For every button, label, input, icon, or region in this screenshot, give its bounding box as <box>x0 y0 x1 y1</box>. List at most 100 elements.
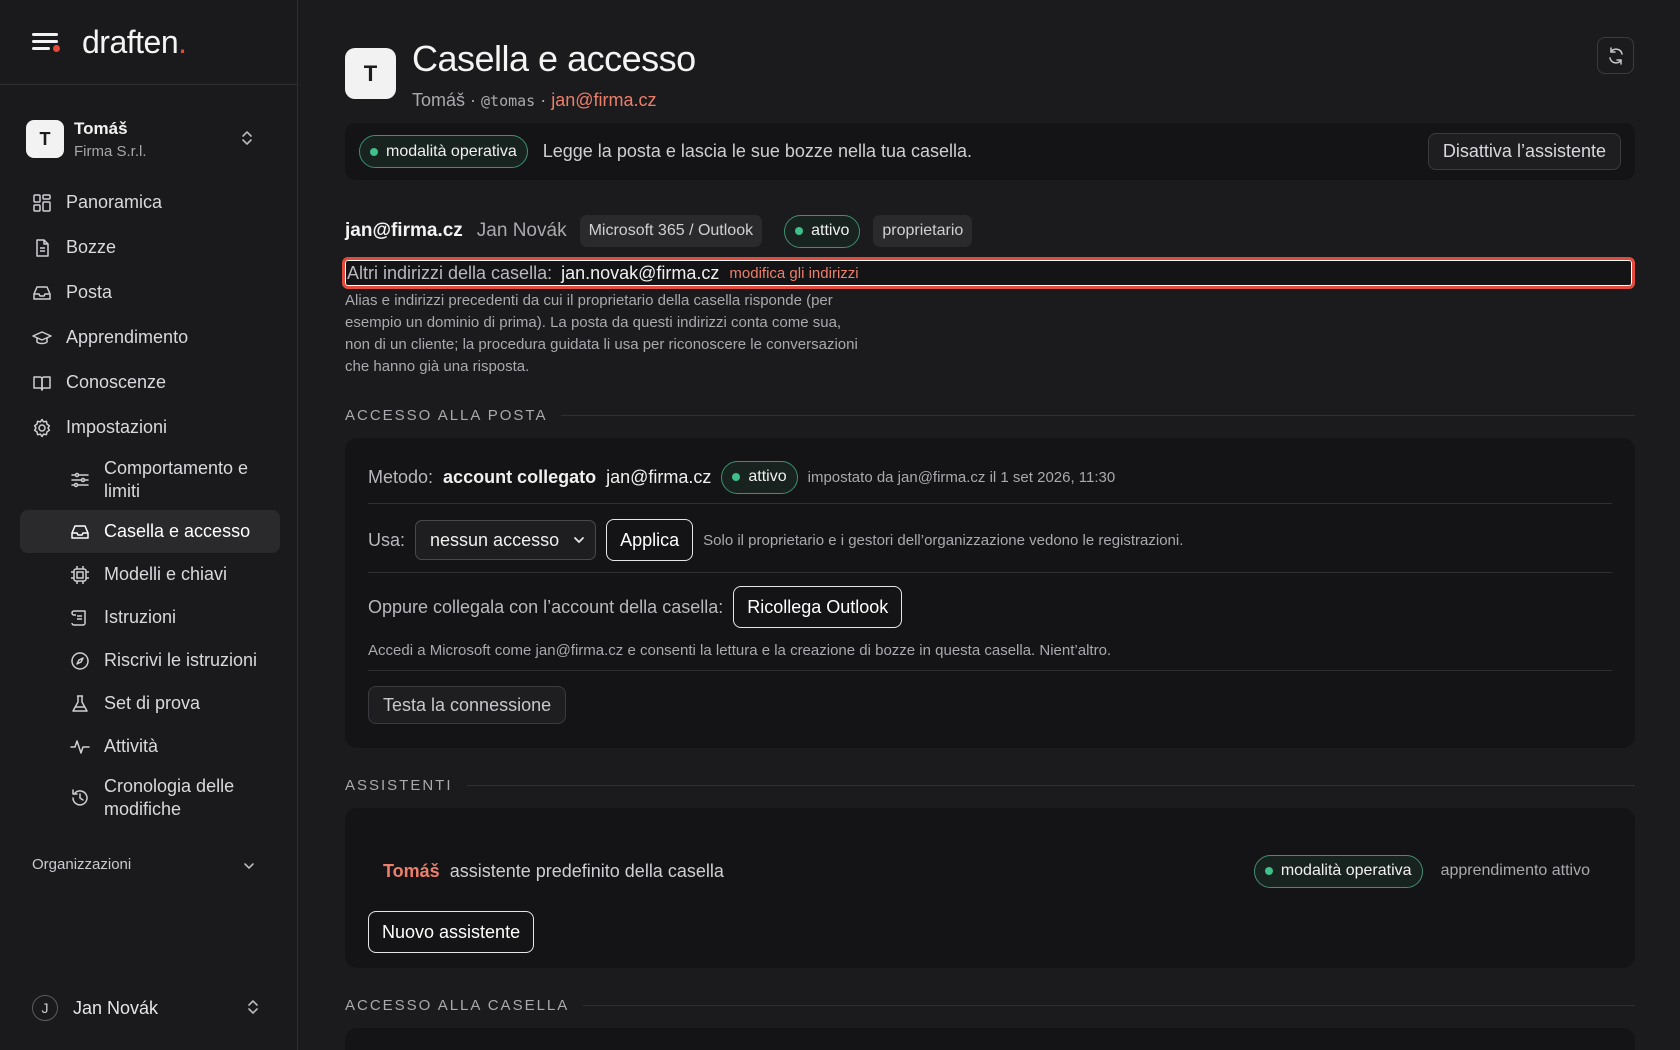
gear-icon <box>33 418 51 437</box>
chip-icon <box>71 565 89 584</box>
sliders-icon <box>71 472 89 488</box>
sidebar-item-bozze[interactable]: Bozze <box>20 225 280 270</box>
reconnect-outlook-button[interactable]: Ricollega Outlook <box>733 586 903 628</box>
sidebar-item-impostazioni[interactable]: Impostazioni <box>20 405 280 450</box>
organizations-section-toggle[interactable]: Organizzazioni <box>32 856 264 873</box>
sidebar-item-label: Impostazioni <box>66 417 168 437</box>
sidebar-item-label: Attività <box>104 736 159 756</box>
sidebar-item-comportamento[interactable]: Comportamento e limiti <box>20 450 280 510</box>
inbox-icon <box>33 285 51 300</box>
sidebar-item-label: Bozze <box>66 237 117 257</box>
reconnect-row: Oppure collegala con l’account della cas… <box>368 586 1612 628</box>
chevron-up-down-icon <box>248 1000 258 1014</box>
sidebar-item-label: Casella e accesso <box>104 521 251 541</box>
reconnect-label: Oppure collegala con l’account della cas… <box>368 596 724 617</box>
new-assistant-button[interactable]: Nuovo assistente <box>368 911 535 953</box>
mode-bar: modalità operativa Legge la posta e lasc… <box>345 123 1635 180</box>
sidebar-item-label: Cronologia delle modifiche <box>104 776 235 819</box>
mode-pill: modalità operativa <box>359 135 528 168</box>
use-label: Usa: <box>368 529 406 550</box>
org-avatar: T <box>26 120 64 158</box>
new-assistant-row: Nuovo assistente <box>368 911 1612 953</box>
sidebar-nav: Panoramica Bozze Posta Apprendimento Con… <box>20 180 280 828</box>
mailbox-access-card <box>345 1028 1635 1050</box>
inbox-icon <box>71 524 89 539</box>
chevron-down-icon <box>244 863 254 870</box>
disable-assistant-button[interactable]: Disattiva l’assistente <box>1427 133 1621 170</box>
test-row: Testa la connessione <box>368 686 1612 724</box>
assistants-card: Tomáš assistente predefinito della casel… <box>345 808 1635 968</box>
page-subtitle: Tomáš · @tomas · jan@firma.cz <box>412 90 657 110</box>
page-header: T Casella e accesso Tomáš · @tomas · jan… <box>345 38 696 111</box>
edit-addresses-link[interactable]: modifica gli indirizzi <box>729 265 858 282</box>
org-switcher[interactable]: T Tomáš Firma S.r.l. <box>26 114 272 164</box>
use-row: Usa: nessun accesso Applica Solo il prop… <box>368 519 1612 561</box>
sidebar-item-label: Comportamento e limiti <box>104 458 249 501</box>
flask-icon <box>72 694 88 712</box>
assistant-description: assistente predefinito della casella <box>449 860 724 881</box>
use-note: Solo il proprietario e i gestori dell’or… <box>703 531 1184 549</box>
sidebar-item-label: Riscrivi le istruzioni <box>104 650 258 670</box>
status-badge: attivo <box>784 214 861 248</box>
alt-addresses-row[interactable]: Altri indirizzi della casella: jan.novak… <box>342 257 1635 289</box>
status-dot <box>1264 867 1273 875</box>
sidebar-item-apprendimento[interactable]: Apprendimento <box>20 315 280 360</box>
sidebar-item-cronologia[interactable]: Cronologia delle modifiche <box>20 768 280 828</box>
org-name: Tomáš <box>74 118 128 138</box>
assistant-email-link[interactable]: jan@firma.cz <box>551 90 656 110</box>
sidebar-item-attivita[interactable]: Attività <box>20 725 280 768</box>
divider <box>368 503 1612 504</box>
status-dot <box>795 227 804 235</box>
sidebar-item-label: Posta <box>66 282 113 302</box>
chevron-down-icon <box>574 537 584 544</box>
mailbox-owner: Jan Novák <box>476 220 567 241</box>
book-icon <box>33 375 51 391</box>
user-menu[interactable]: J Jan Novák <box>32 993 264 1023</box>
org-company: Firma S.r.l. <box>74 142 147 160</box>
mode-description: Legge la posta e lascia le sue bozze nel… <box>542 141 973 161</box>
sidebar-item-label: Conoscenze <box>66 372 167 392</box>
divider <box>368 572 1612 573</box>
sidebar-item-label: Modelli e chiavi <box>104 564 228 584</box>
refresh-button[interactable] <box>1597 37 1634 74</box>
sidebar-item-modelli-e-chiavi[interactable]: Modelli e chiavi <box>20 553 280 596</box>
sidebar-item-panoramica[interactable]: Panoramica <box>20 180 280 225</box>
method-status-badge: attivo <box>721 460 798 494</box>
divider <box>368 670 1612 671</box>
dashboard-grid-icon <box>33 193 51 212</box>
status-dot <box>732 473 741 481</box>
brand: draften. <box>32 24 187 60</box>
sidebar-item-casella-e-accesso[interactable]: Casella e accesso <box>20 510 280 553</box>
sidebar-item-istruzioni[interactable]: Istruzioni <box>20 596 280 639</box>
user-avatar: J <box>32 995 58 1021</box>
sidebar: draften. T Tomáš Firma S.r.l. Panoramica… <box>0 0 298 1050</box>
sidebar-item-set-di-prova[interactable]: Set di prova <box>20 682 280 725</box>
test-connection-button[interactable]: Testa la connessione <box>368 686 567 724</box>
refresh-icon <box>1608 46 1623 65</box>
method-meta: impostato da jan@firma.cz il 1 set 2026,… <box>807 468 1116 486</box>
sidebar-item-conoscenze[interactable]: Conoscenze <box>20 360 280 405</box>
mailbox-summary: jan@firma.cz Jan Novák Microsoft 365 / O… <box>345 214 973 248</box>
access-select[interactable]: nessun accesso <box>415 520 597 560</box>
activity-icon <box>70 739 90 754</box>
sidebar-item-label: Panoramica <box>66 192 163 212</box>
sidebar-item-posta[interactable]: Posta <box>20 270 280 315</box>
assistant-mode-badge: modalità operativa <box>1253 854 1423 888</box>
sidebar-item-label: Set di prova <box>104 693 201 713</box>
sidebar-item-label: Istruzioni <box>104 607 177 627</box>
assistant-handle: @tomas <box>481 92 536 110</box>
mailbox-email: jan@firma.cz <box>345 220 463 241</box>
assistant-row[interactable]: Tomáš assistente predefinito della casel… <box>383 853 1612 889</box>
user-name: Jan Novák <box>73 997 159 1018</box>
brand-logo[interactable]: draften. <box>82 24 187 61</box>
alt-addresses-value: jan.novak@firma.cz <box>561 262 720 283</box>
organizations-label: Organizzazioni <box>32 856 132 873</box>
learning-status: apprendimento attivo <box>1440 862 1590 879</box>
reconnect-note-row: Accedi a Microsoft come jan@firma.cz e c… <box>368 639 1612 661</box>
apply-button[interactable]: Applica <box>606 519 694 561</box>
graduation-cap-icon <box>32 330 52 344</box>
sidebar-item-riscrivi[interactable]: Riscrivi le istruzioni <box>20 639 280 682</box>
history-icon <box>72 789 88 806</box>
menu-icon[interactable] <box>32 31 60 53</box>
method-row: Metodo: account collegato jan@firma.cz a… <box>368 459 1612 495</box>
